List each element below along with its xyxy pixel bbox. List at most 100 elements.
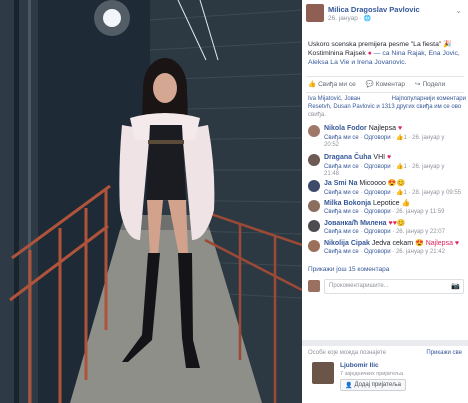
- comment-date[interactable]: 26. јануар у: [412, 135, 444, 141]
- pymk-box: Особе које можда познајете Прикажи све L…: [302, 340, 468, 403]
- share-label: Подели: [422, 80, 446, 88]
- comment-like-count: 1: [403, 135, 407, 141]
- post-date[interactable]: 26. јануар: [328, 15, 358, 22]
- comment-text: Dragana Čuha VHI ♥: [324, 154, 464, 162]
- likes-summary: Iva Mijatović, Јован Најпопуларнији коме…: [308, 95, 466, 119]
- thumbs-up-icon: 👍: [308, 81, 317, 88]
- comment-like-link[interactable]: Свиђа ми се: [324, 190, 359, 196]
- comment-meta: Свиђа ми се · Одговори · 26. јануар у 22…: [324, 229, 445, 235]
- likes-line3: свиђа.: [308, 112, 326, 118]
- add-friend-label: Додај пријатеља: [354, 382, 401, 388]
- comment-emoji: 👍: [401, 200, 411, 207]
- comment-meta: Свиђа ми се · Одговори · 26. јануар у 11…: [324, 209, 445, 215]
- comment-time-line: 20:52: [324, 142, 464, 148]
- share-button[interactable]: ↪ Подели: [415, 80, 446, 89]
- commenter-avatar[interactable]: [308, 220, 320, 232]
- commenter-name[interactable]: Milka Bokonja: [324, 200, 371, 207]
- comment-like-link[interactable]: Свиђа ми се: [324, 164, 359, 170]
- comment-date[interactable]: 26. јануар у 22:07: [396, 229, 445, 235]
- comment-input-placeholder: Прокоментаришите...: [329, 283, 389, 289]
- comment-like-link[interactable]: Свиђа ми се: [324, 135, 359, 141]
- comment-emoji: ♥: [387, 154, 392, 161]
- comment-text: Јованка/ћ Милена ♥♥😊: [324, 220, 464, 228]
- commenter-avatar[interactable]: [308, 154, 320, 166]
- comment-text: Milka Bokonja Lepotice 👍: [324, 200, 464, 208]
- comment-reply-link[interactable]: Одговори: [364, 209, 391, 215]
- comment-meta: Свиђа ми се · Одговори · 👍1 · 26. јануар…: [324, 135, 445, 141]
- pymk-name[interactable]: Ljubomir Ilic: [340, 362, 379, 369]
- post-text: Uskoro scenska premijera pesme "La fiest…: [308, 40, 464, 67]
- likes-names[interactable]: Iva Mijatović, Јован: [308, 95, 360, 103]
- comment-reply-link[interactable]: Одговори: [364, 135, 391, 141]
- camera-icon[interactable]: 📷: [451, 282, 460, 290]
- comment-body: VHI: [373, 154, 386, 161]
- photo-illustration: [0, 0, 302, 403]
- globe-icon: · 🌐: [359, 16, 371, 22]
- comment-like-count: 1: [403, 164, 407, 170]
- current-user-avatar: [308, 280, 320, 292]
- comment-time[interactable]: 20:52: [324, 142, 339, 148]
- party-icon: 🎉: [443, 41, 452, 48]
- top-comments-toggle[interactable]: Најпопуларнији коментари: [392, 95, 466, 103]
- comment-meta: Свиђа ми се · Одговори · 👍1 · 28. јануар…: [324, 190, 462, 196]
- post-text-line2-suffix[interactable]: — са Nina Rajak, Ena Jovic,: [372, 50, 460, 57]
- comment-reply-link[interactable]: Одговори: [364, 190, 391, 196]
- commenter-name[interactable]: Јованка/ћ Милена: [324, 220, 387, 227]
- comment-body: Najlepsa: [368, 125, 396, 132]
- comment-reply-link[interactable]: Одговори: [364, 229, 391, 235]
- comment-meta: Свиђа ми се · Одговори · 26. јануар у 21…: [324, 249, 445, 255]
- commenter-name[interactable]: Nikola Fodor: [324, 125, 367, 132]
- comment-like-count: 1: [403, 190, 407, 196]
- post-text-line3[interactable]: Aleksa La Vie и Irena Jovanovic.: [308, 58, 464, 67]
- pymk-see-all[interactable]: Прикажи све: [426, 350, 462, 356]
- comment-button[interactable]: 💬 Коментар: [365, 80, 405, 89]
- commenter-name[interactable]: Dragana Čuha: [324, 154, 371, 161]
- comment-date[interactable]: 26. јануар у: [412, 164, 444, 170]
- comment-input[interactable]: Прокоментаришите... 📷: [324, 279, 464, 294]
- comment-like-link[interactable]: Свиђа ми се: [324, 249, 359, 255]
- more-comments-link[interactable]: Прикажи још 15 коментара: [308, 266, 389, 273]
- pymk-avatar[interactable]: [312, 362, 334, 384]
- post-meta: 26. јануар · 🌐: [328, 15, 371, 22]
- comment-date[interactable]: 28. јануар у 09:55: [412, 190, 461, 196]
- post-actions: 👍 Свиђа ми се 💬 Коментар ↪ Подели: [308, 80, 464, 89]
- comment-text: Nikolija Cipak Jedva cekam 😍 Najlepsa ♥: [324, 240, 464, 248]
- comment-label: Коментар: [375, 80, 405, 88]
- comment-reply-link[interactable]: Одговори: [364, 249, 391, 255]
- comment-like-link[interactable]: Свиђа ми се: [324, 229, 359, 235]
- commenter-name[interactable]: Ja Smi Na: [324, 180, 357, 187]
- post-text-line1: Uskoro scenska premijera pesme "La fiest…: [308, 41, 442, 48]
- author-avatar[interactable]: [306, 4, 324, 22]
- post-sidebar: Milica Dragoslav Pavlovic 26. јануар · 🌐…: [302, 0, 468, 403]
- comment-time[interactable]: 21:48: [324, 171, 339, 177]
- comment-text: Ja Smi Na Micoooo 😍😊: [324, 180, 464, 188]
- add-friend-icon: 👤: [345, 382, 353, 389]
- share-icon: ↪: [415, 81, 421, 88]
- like-button[interactable]: 👍 Свиђа ми се: [308, 80, 356, 89]
- comment-date[interactable]: 26. јануар у 21:42: [396, 249, 445, 255]
- post-photo[interactable]: [0, 0, 302, 403]
- commenter-name[interactable]: Nikolija Cipak: [324, 240, 370, 247]
- commenter-avatar[interactable]: [308, 200, 320, 212]
- comment-emoji: 😍😊: [387, 180, 406, 187]
- comment-emoji: ♥♥😊: [388, 220, 406, 227]
- comment-time-line: 21:48: [324, 171, 464, 177]
- likes-line2[interactable]: Resetvh, Dusan Pavlovic и 1313 других св…: [308, 103, 466, 111]
- commenter-avatar[interactable]: [308, 180, 320, 192]
- comment-body: Lepotice: [373, 200, 400, 207]
- commenter-avatar[interactable]: [308, 240, 320, 252]
- comment-text: Nikola Fodor Najlepsa ♥: [324, 125, 464, 133]
- comment-reply-link[interactable]: Одговори: [364, 164, 391, 170]
- comment-emoji: ♥: [397, 125, 403, 132]
- pymk-header: Особе које можда познајете: [308, 350, 387, 356]
- author-name[interactable]: Milica Dragoslav Pavlovic: [328, 5, 420, 14]
- chevron-down-icon[interactable]: ⌄: [455, 6, 462, 15]
- like-label: Свиђа ми се: [318, 80, 356, 88]
- comment-icon: 💬: [365, 81, 374, 88]
- pymk-mutual: 7 заједничких пријатеља: [340, 371, 404, 377]
- comment-date[interactable]: 26. јануар у 11:59: [396, 209, 445, 215]
- commenter-avatar[interactable]: [308, 125, 320, 137]
- comment-like-link[interactable]: Свиђа ми се: [324, 209, 359, 215]
- add-friend-button[interactable]: 👤 Додај пријатеља: [340, 379, 406, 391]
- post-text-line2-prefix: Kostimlnina Rajsek: [308, 50, 366, 57]
